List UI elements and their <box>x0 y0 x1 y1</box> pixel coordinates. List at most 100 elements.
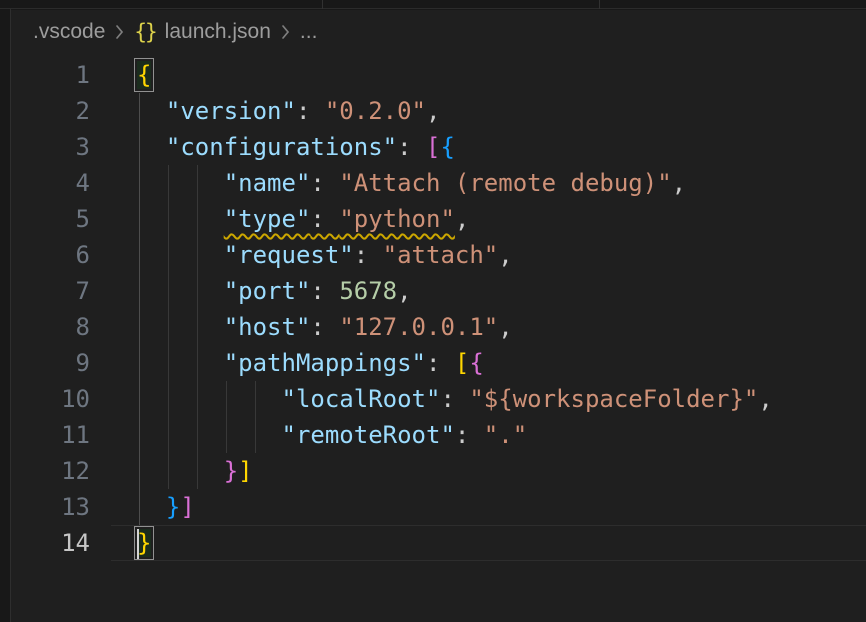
code-token: } <box>166 493 180 521</box>
code-token: { <box>469 349 483 377</box>
code-token: , <box>672 169 686 197</box>
code-token: [ <box>426 133 440 161</box>
code-text: { <box>110 57 151 93</box>
code-token <box>137 205 224 233</box>
code-text: "version": "0.2.0", <box>110 93 440 129</box>
code-token: : <box>354 241 383 269</box>
code-token: [ <box>455 349 469 377</box>
code-token: : <box>310 277 339 305</box>
warning-squiggle: "type": "python" <box>224 205 455 233</box>
code-text: "configurations": [{ <box>110 129 455 165</box>
code-token: 5678 <box>339 277 397 305</box>
code-token: : <box>310 205 339 233</box>
line-number[interactable]: 8 <box>11 309 110 345</box>
code-token: "python" <box>339 205 455 233</box>
text-cursor <box>137 529 139 559</box>
code-text: "request": "attach", <box>110 237 513 273</box>
code-token: "remoteRoot" <box>282 421 455 449</box>
indent-guide <box>226 381 227 453</box>
code-token <box>137 349 224 377</box>
code-token: } <box>224 457 238 485</box>
code-text: } <box>110 525 151 561</box>
indent-guide <box>197 165 198 489</box>
json-object-icon: {} <box>134 20 155 44</box>
breadcrumb-file[interactable]: launch.json <box>165 20 271 44</box>
code-token: : <box>397 133 426 161</box>
tab-bar-edge <box>0 0 866 9</box>
line-number[interactable]: 9 <box>11 345 110 381</box>
code-token: "host" <box>224 313 311 341</box>
code-token: : <box>426 349 455 377</box>
code-token <box>137 277 224 305</box>
code-token <box>137 457 224 485</box>
indent-guide <box>168 165 169 489</box>
line-number[interactable]: 12 <box>11 453 110 489</box>
line-number[interactable]: 2 <box>11 93 110 129</box>
indent-guide <box>255 381 256 453</box>
code-token: "Attach (remote debug)" <box>339 169 671 197</box>
code-text: "pathMappings": [{ <box>110 345 484 381</box>
code-text: }] <box>110 453 253 489</box>
code-token: "version" <box>166 97 296 125</box>
code-text: "host": "127.0.0.1", <box>110 309 513 345</box>
line-number[interactable]: 4 <box>11 165 110 201</box>
line-number[interactable]: 6 <box>11 237 110 273</box>
code-token: "localRoot" <box>282 385 441 413</box>
breadcrumb-folder[interactable]: .vscode <box>33 20 105 44</box>
code-text: "localRoot": "${workspaceFolder}", <box>110 381 773 417</box>
code-token <box>137 97 166 125</box>
chevron-right-icon <box>114 22 125 42</box>
breadcrumb-symbol-more[interactable]: ... <box>300 20 318 44</box>
code-token: "." <box>484 421 527 449</box>
code-token: , <box>758 385 772 413</box>
code-token: : <box>440 385 469 413</box>
breadcrumb: .vscode {} launch.json ... <box>11 10 866 54</box>
line-number[interactable]: 1 <box>11 57 110 93</box>
line-number[interactable]: 3 <box>11 129 110 165</box>
code-token: ] <box>180 493 194 521</box>
line-number[interactable]: 13 <box>11 489 110 525</box>
code-token: "type" <box>224 205 311 233</box>
line-number[interactable]: 11 <box>11 417 110 453</box>
code-token: , <box>455 205 469 233</box>
matched-bracket: } <box>137 529 151 557</box>
code-token: : <box>310 169 339 197</box>
tab-separator <box>322 0 323 9</box>
code-token: : <box>310 313 339 341</box>
code-token <box>137 241 224 269</box>
line-number[interactable]: 14 <box>11 525 110 561</box>
code-token: ] <box>238 457 252 485</box>
chevron-right-icon <box>280 22 291 42</box>
code-token <box>137 169 224 197</box>
code-token <box>137 421 282 449</box>
code-line[interactable]: 1{ <box>11 57 866 93</box>
code-token: "127.0.0.1" <box>339 313 498 341</box>
editor-pane: .vscode {} launch.json ... 1{2 "version"… <box>11 10 866 622</box>
tab-separator <box>599 0 600 9</box>
code-text: "port": 5678, <box>110 273 412 309</box>
code-token: : <box>455 421 484 449</box>
code-text: "type": "python", <box>110 201 469 237</box>
line-number[interactable]: 10 <box>11 381 110 417</box>
code-token <box>137 133 166 161</box>
line-number[interactable]: 5 <box>11 201 110 237</box>
code-token: "0.2.0" <box>325 97 426 125</box>
code-token <box>137 493 166 521</box>
indent-guide <box>139 93 140 525</box>
code-token: , <box>397 277 411 305</box>
code-token: "request" <box>224 241 354 269</box>
code-token: , <box>498 313 512 341</box>
matched-bracket: { <box>137 61 151 89</box>
code-token: "attach" <box>383 241 499 269</box>
code-token: "port" <box>224 277 311 305</box>
code-token: : <box>296 97 325 125</box>
code-token <box>137 313 224 341</box>
code-line[interactable]: 14} <box>11 525 866 561</box>
code-token: "name" <box>224 169 311 197</box>
code-token: "configurations" <box>166 133 397 161</box>
sidebar-edge <box>0 9 11 622</box>
line-number[interactable]: 7 <box>11 273 110 309</box>
code-token: { <box>440 133 454 161</box>
code-text: "remoteRoot": "." <box>110 417 527 453</box>
code-text: }] <box>110 489 195 525</box>
